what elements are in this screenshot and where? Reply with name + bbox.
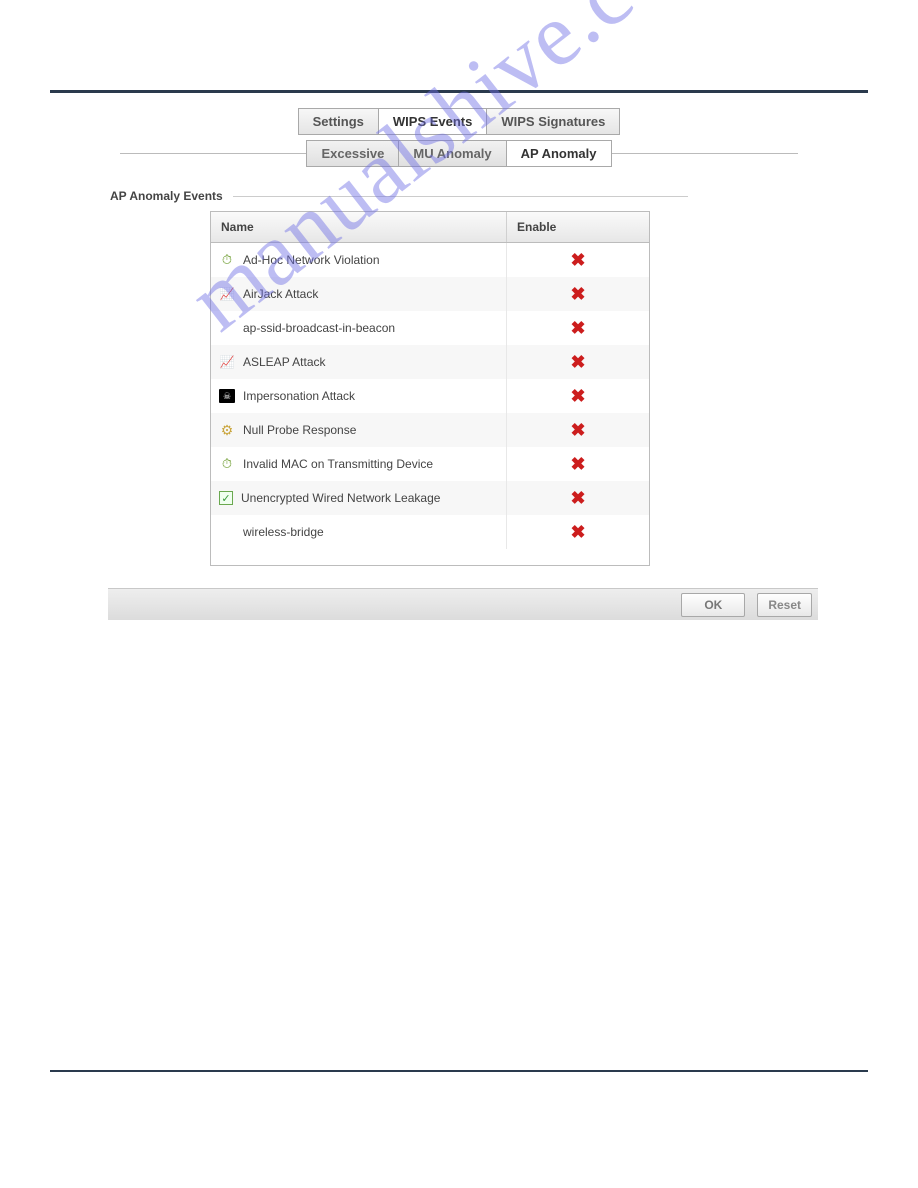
top-divider <box>50 90 868 93</box>
blank-icon <box>219 524 235 540</box>
table-row[interactable]: AirJack Attack ✖ <box>211 277 649 311</box>
gauge-icon <box>219 456 235 472</box>
x-icon: ✖ <box>570 489 585 507</box>
x-icon: ✖ <box>570 353 585 371</box>
table-row[interactable]: Invalid MAC on Transmitting Device ✖ <box>211 447 649 481</box>
gauge-icon <box>219 252 235 268</box>
row-name: Null Probe Response <box>243 423 356 437</box>
table-header: Name Enable <box>211 212 649 243</box>
tab-excessive[interactable]: Excessive <box>306 140 399 167</box>
tab-ap-anomaly[interactable]: AP Anomaly <box>507 140 612 167</box>
gear-icon <box>219 422 235 438</box>
table-row[interactable]: wireless-bridge ✖ <box>211 515 649 549</box>
row-name: ASLEAP Attack <box>243 355 326 369</box>
x-icon: ✖ <box>570 387 585 405</box>
section-title-rule <box>233 196 688 197</box>
reset-button[interactable]: Reset <box>757 593 812 617</box>
skull-icon <box>219 389 235 403</box>
table-row[interactable]: Null Probe Response ✖ <box>211 413 649 447</box>
x-icon: ✖ <box>570 251 585 269</box>
column-enable[interactable]: Enable <box>507 212 649 242</box>
x-icon: ✖ <box>570 285 585 303</box>
row-name: Ad-Hoc Network Violation <box>243 253 380 267</box>
secondary-tab-bar: Excessive MU Anomaly AP Anomaly <box>50 140 868 167</box>
bottom-divider <box>50 1070 868 1072</box>
section-title-text: AP Anomaly Events <box>110 189 223 203</box>
column-name[interactable]: Name <box>211 212 507 242</box>
table-row[interactable]: Impersonation Attack ✖ <box>211 379 649 413</box>
table-row[interactable]: Ad-Hoc Network Violation ✖ <box>211 243 649 277</box>
section-title: AP Anomaly Events <box>110 189 868 203</box>
x-icon: ✖ <box>570 319 585 337</box>
row-name: Invalid MAC on Transmitting Device <box>243 457 433 471</box>
x-icon: ✖ <box>570 421 585 439</box>
table-row[interactable]: ap-ssid-broadcast-in-beacon ✖ <box>211 311 649 345</box>
tab-mu-anomaly[interactable]: MU Anomaly <box>399 140 506 167</box>
table-row[interactable]: Unencrypted Wired Network Leakage ✖ <box>211 481 649 515</box>
row-name: ap-ssid-broadcast-in-beacon <box>243 321 395 335</box>
row-name: Impersonation Attack <box>243 389 355 403</box>
tab-wips-signatures[interactable]: WIPS Signatures <box>487 108 620 135</box>
x-icon: ✖ <box>570 455 585 473</box>
ok-button[interactable]: OK <box>681 593 745 617</box>
row-name: Unencrypted Wired Network Leakage <box>241 491 440 505</box>
footer-bar: OK Reset <box>108 588 818 620</box>
chart-icon <box>219 354 235 370</box>
row-name: AirJack Attack <box>243 287 318 301</box>
row-name: wireless-bridge <box>243 525 324 539</box>
primary-tab-bar: Settings WIPS Events WIPS Signatures <box>50 108 868 135</box>
table-row[interactable]: ASLEAP Attack ✖ <box>211 345 649 379</box>
check-icon <box>219 491 233 505</box>
tab-wips-events[interactable]: WIPS Events <box>379 108 487 135</box>
table-body: Ad-Hoc Network Violation ✖ AirJack Attac… <box>211 243 649 565</box>
tab-settings[interactable]: Settings <box>298 108 379 135</box>
events-table: Name Enable Ad-Hoc Network Violation ✖ A… <box>210 211 650 566</box>
x-icon: ✖ <box>570 523 585 541</box>
ap-anomaly-section: AP Anomaly Events Name Enable Ad-Hoc Net… <box>110 189 868 566</box>
chart-icon <box>219 286 235 302</box>
blank-icon <box>219 320 235 336</box>
